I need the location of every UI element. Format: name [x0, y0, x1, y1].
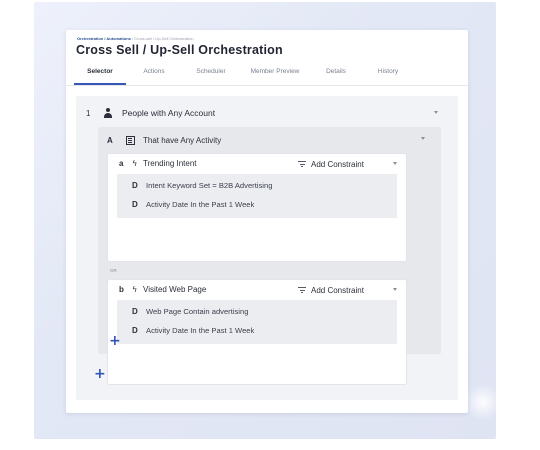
rule-chevron-down-icon[interactable] — [434, 111, 438, 114]
dimension-icon: D — [132, 180, 138, 190]
bolt-icon: ϟ — [132, 159, 138, 168]
add-constraint-button[interactable]: Add Constraint — [298, 159, 364, 169]
or-connector[interactable]: OR — [110, 268, 117, 273]
constraint-header: b ϟ Visited Web Page Add Constraint — [108, 280, 406, 300]
constraint-title: Visited Web Page — [143, 285, 207, 294]
corner-glow — [464, 383, 502, 421]
group-label: That have Any Activity — [143, 135, 222, 145]
dimension-icon: D — [132, 325, 138, 335]
add-constraint-plus-button[interactable]: + — [109, 334, 121, 348]
group-panel: A That have Any Activity a ϟ Trending In… — [98, 127, 441, 384]
condition-text: Web Page Contain advertising — [146, 306, 249, 316]
filter-icon — [298, 287, 306, 293]
add-group-plus-button[interactable]: + — [94, 367, 106, 381]
breadcrumb: Orchestration / Automations / Cross-sell… — [77, 36, 194, 41]
add-constraint-label: Add Constraint — [311, 285, 364, 295]
constraint-title: Trending Intent — [143, 159, 197, 168]
condition-row[interactable]: D Activity Date In the Past 1 Week — [132, 324, 254, 336]
constraint-letter: b — [119, 285, 124, 294]
rule-index: 1 — [86, 108, 91, 118]
active-tab-indicator — [74, 83, 126, 85]
tab-member-preview[interactable]: Member Preview — [251, 68, 300, 75]
condition-row[interactable]: D Intent Keyword Set = B2B Advertising — [132, 179, 272, 191]
add-constraint-label: Add Constraint — [311, 159, 364, 169]
building-icon — [126, 135, 135, 145]
constraint-chevron-down-icon[interactable] — [393, 162, 397, 165]
constraint-conditions: D Web Page Contain advertising D Activit… — [117, 300, 397, 344]
rule-panel: 1 People with Any Account A That have An… — [76, 96, 458, 400]
rule-row[interactable]: 1 People with Any Account — [86, 106, 215, 120]
constraint-conditions: D Intent Keyword Set = B2B Advertising D… — [117, 174, 397, 218]
bolt-icon: ϟ — [132, 285, 138, 294]
group-letter: A — [107, 135, 113, 145]
condition-row[interactable]: D Activity Date In the Past 1 Week — [132, 198, 254, 210]
tab-details[interactable]: Details — [326, 68, 346, 75]
constraint-header: a ϟ Trending Intent Add Constraint — [108, 154, 406, 174]
page-title: Cross Sell / Up-Sell Orchestration — [76, 43, 283, 57]
constraint-card: b ϟ Visited Web Page Add Constraint D We… — [108, 280, 406, 384]
condition-text: Activity Date In the Past 1 Week — [146, 199, 255, 209]
constraint-card: a ϟ Trending Intent Add Constraint D Int… — [108, 154, 406, 261]
group-chevron-down-icon[interactable] — [421, 137, 425, 140]
constraint-letter: a — [119, 159, 124, 168]
dimension-icon: D — [132, 199, 138, 209]
tab-actions[interactable]: Actions — [143, 68, 164, 75]
tab-scheduler[interactable]: Scheduler — [196, 68, 225, 75]
orchestration-card: Orchestration / Automations / Cross-sell… — [66, 30, 468, 413]
condition-text: Activity Date In the Past 1 Week — [146, 325, 255, 335]
condition-row[interactable]: D Web Page Contain advertising — [132, 305, 248, 317]
condition-text: Intent Keyword Set = B2B Advertising — [146, 180, 273, 190]
group-header[interactable]: A That have Any Activity — [107, 134, 221, 146]
dimension-icon: D — [132, 306, 138, 316]
rule-label: People with Any Account — [122, 108, 216, 118]
person-icon — [103, 108, 113, 118]
tab-selector[interactable]: Selector — [87, 68, 113, 75]
breadcrumb-link[interactable]: Orchestration / Automations — [77, 36, 131, 41]
filter-icon — [298, 161, 306, 167]
add-constraint-button[interactable]: Add Constraint — [298, 285, 364, 295]
tab-history[interactable]: History — [378, 68, 398, 75]
breadcrumb-rest: / Cross-sell / Up-Sell Orchestration — [130, 36, 194, 41]
tab-bar: Selector Actions Scheduler Member Previe… — [66, 60, 468, 86]
constraint-chevron-down-icon[interactable] — [393, 288, 397, 291]
